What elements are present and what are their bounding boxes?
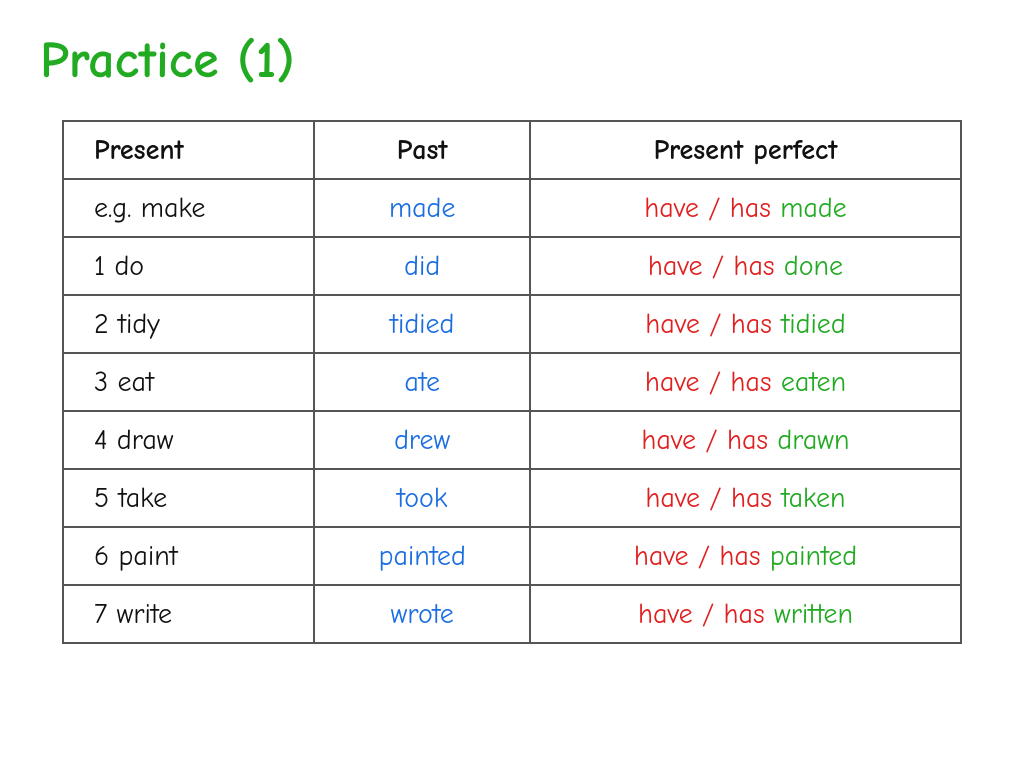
table-row: 3 eatatehave / has eaten xyxy=(63,353,961,411)
have-has-label: have / has xyxy=(645,308,781,340)
past-participle: eaten xyxy=(781,366,846,398)
cell-present: 7 write xyxy=(63,585,314,643)
have-has-label: have / has xyxy=(634,540,770,572)
past-participle: made xyxy=(780,192,846,224)
past-participle: painted xyxy=(770,540,857,572)
header-perfect: Present perfect xyxy=(530,121,961,179)
cell-perfect: have / has taken xyxy=(530,469,961,527)
cell-perfect: have / has made xyxy=(530,179,961,237)
cell-past: ate xyxy=(314,353,530,411)
cell-present: 3 eat xyxy=(63,353,314,411)
cell-past: painted xyxy=(314,527,530,585)
table-header-row: Present Past Present perfect xyxy=(63,121,961,179)
table-row: 4 drawdrewhave / has drawn xyxy=(63,411,961,469)
table-row: 5 taketookhave / has taken xyxy=(63,469,961,527)
table-row: 7 writewrotehave / has written xyxy=(63,585,961,643)
table-row: 1 dodidhave / has done xyxy=(63,237,961,295)
cell-past: did xyxy=(314,237,530,295)
cell-present: e.g. make xyxy=(63,179,314,237)
have-has-label: have / has xyxy=(648,250,784,282)
cell-past: wrote xyxy=(314,585,530,643)
past-participle: tidied xyxy=(781,308,845,340)
have-has-label: have / has xyxy=(638,598,774,630)
cell-perfect: have / has written xyxy=(530,585,961,643)
cell-present: 1 do xyxy=(63,237,314,295)
verb-table: Present Past Present perfect e.g. makema… xyxy=(62,120,962,644)
cell-perfect: have / has drawn xyxy=(530,411,961,469)
cell-present: 6 paint xyxy=(63,527,314,585)
cell-perfect: have / has painted xyxy=(530,527,961,585)
cell-past: drew xyxy=(314,411,530,469)
past-participle: done xyxy=(784,250,843,282)
header-past: Past xyxy=(314,121,530,179)
cell-present: 2 tidy xyxy=(63,295,314,353)
cell-perfect: have / has eaten xyxy=(530,353,961,411)
past-participle: written xyxy=(774,598,853,630)
have-has-label: have / has xyxy=(644,192,780,224)
cell-perfect: have / has tidied xyxy=(530,295,961,353)
table-row: 2 tidytidiedhave / has tidied xyxy=(63,295,961,353)
cell-past: tidied xyxy=(314,295,530,353)
table-row: e.g. makemadehave / has made xyxy=(63,179,961,237)
cell-present: 5 take xyxy=(63,469,314,527)
have-has-label: have / has xyxy=(641,424,777,456)
past-participle: taken xyxy=(781,482,845,514)
table-row: 6 paintpaintedhave / has painted xyxy=(63,527,961,585)
have-has-label: have / has xyxy=(645,366,781,398)
cell-present: 4 draw xyxy=(63,411,314,469)
cell-past: took xyxy=(314,469,530,527)
cell-past: made xyxy=(314,179,530,237)
past-participle: drawn xyxy=(777,424,849,456)
table-wrapper: Present Past Present perfect e.g. makema… xyxy=(62,120,962,644)
page-title: Practice (1) xyxy=(40,20,984,90)
header-present: Present xyxy=(63,121,314,179)
cell-perfect: have / has done xyxy=(530,237,961,295)
have-has-label: have / has xyxy=(645,482,781,514)
